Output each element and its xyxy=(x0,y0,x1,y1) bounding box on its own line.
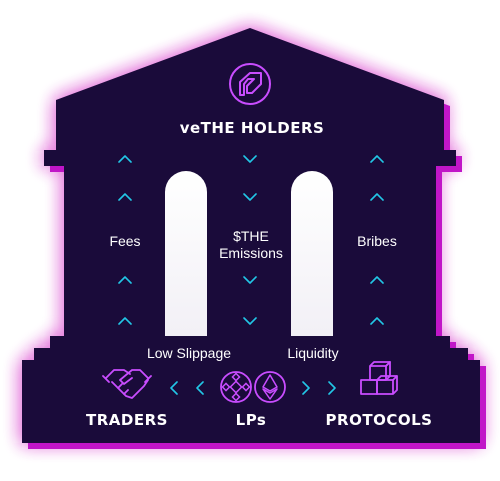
lps-label: LPs xyxy=(235,411,267,429)
low-slippage-label: Low Slippage xyxy=(146,345,232,361)
traders-label: TRADERS xyxy=(86,411,168,429)
bribes-label: Bribes xyxy=(357,233,397,249)
fees-label: Fees xyxy=(109,233,141,249)
left-arch xyxy=(165,171,207,336)
protocols-label: PROTOCOLS xyxy=(325,411,433,429)
thena-ecosystem-diagram: veTHE HOLDERS Fees $THE Emissions Bribes… xyxy=(0,0,500,481)
right-arch xyxy=(291,171,333,336)
emissions-label: $THE Emissions xyxy=(219,228,283,261)
vethe-holders-title: veTHE HOLDERS xyxy=(179,119,325,137)
liquidity-label: Liquidity xyxy=(287,345,339,361)
